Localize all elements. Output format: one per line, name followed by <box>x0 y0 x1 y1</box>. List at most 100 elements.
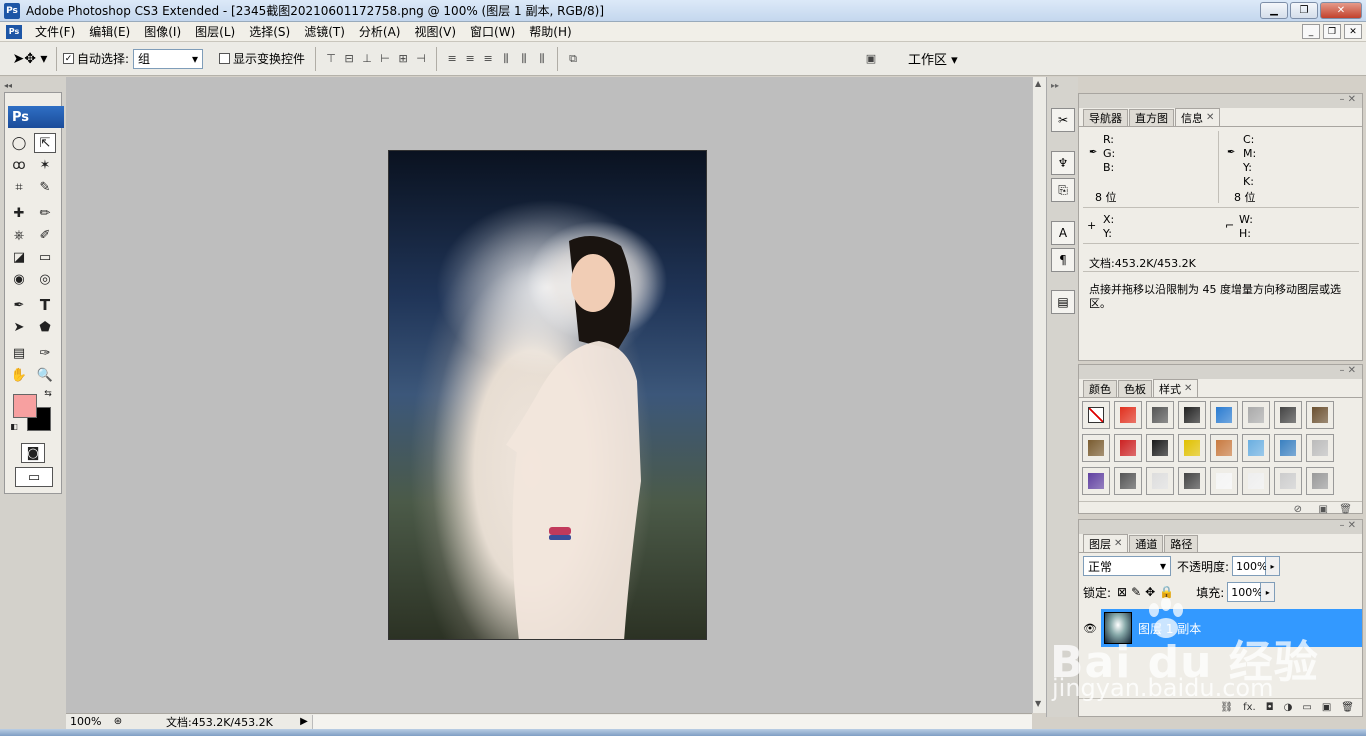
tab-navigator[interactable]: 导航器 <box>1083 109 1128 126</box>
scroll-up-icon[interactable]: ▲ <box>1035 79 1041 88</box>
character-icon[interactable]: A <box>1051 221 1075 245</box>
new-layer-icon[interactable]: ▣ <box>1322 702 1331 713</box>
rgb-eyedropper-icon[interactable]: ✒ <box>1089 147 1097 158</box>
delete-layer-icon[interactable]: 🗑 <box>1341 702 1354 713</box>
tab-paths[interactable]: 路径 <box>1164 535 1199 552</box>
adjustment-layer-icon[interactable]: ◑ <box>1284 702 1293 713</box>
no-style-icon[interactable]: ⊘ <box>1294 504 1302 515</box>
new-style-icon[interactable]: ▣ <box>1319 504 1328 515</box>
vertical-scrollbar[interactable]: ▲ ▼ <box>1032 77 1046 713</box>
style-swatch[interactable] <box>1274 434 1302 462</box>
minimize-button[interactable]: ▁ <box>1260 2 1288 19</box>
align-top-icon[interactable]: ⊤ <box>322 49 340 69</box>
move-tool-preset-icon[interactable]: ➤✥ ▾ <box>10 46 50 72</box>
ps-menu-icon[interactable]: Ps <box>6 24 22 39</box>
style-swatch[interactable] <box>1274 467 1302 495</box>
hand-tool-icon[interactable]: ✋ <box>8 365 30 385</box>
eraser-tool-icon[interactable]: ◪ <box>8 247 30 267</box>
style-swatch-none[interactable] <box>1082 401 1110 429</box>
style-swatch[interactable] <box>1306 401 1334 429</box>
swap-colors-icon[interactable]: ⇆ <box>41 387 55 401</box>
trash-icon[interactable]: 🗑 <box>1339 504 1352 515</box>
align-hcenter-icon[interactable]: ⊞ <box>394 49 412 69</box>
crop-tool-icon[interactable]: ⌗ <box>8 177 30 197</box>
eyedropper-tool-icon[interactable]: ✑ <box>34 343 56 363</box>
distribute-right-icon[interactable]: ⫼ <box>533 49 551 69</box>
distribute-vcenter-icon[interactable]: ≡ <box>461 49 479 69</box>
blend-mode-dropdown[interactable]: 正常 ▾ <box>1083 556 1171 576</box>
lock-pixels-icon[interactable]: ✎ <box>1131 585 1141 599</box>
layer-comps-icon[interactable]: ▤ <box>1051 290 1075 314</box>
tools-preset-icon[interactable]: ✂ <box>1051 108 1075 132</box>
link-layers-icon[interactable]: ⛓ <box>1220 702 1233 713</box>
zoom-level[interactable]: 100% <box>66 715 110 728</box>
status-preview-icon[interactable]: ⊛ <box>110 716 126 727</box>
new-group-icon[interactable]: ▭ <box>1302 702 1311 713</box>
auto-select-option[interactable]: ✓ 自动选择: <box>63 50 129 67</box>
fill-input[interactable]: 100% <box>1227 582 1263 602</box>
document-image[interactable] <box>388 150 707 640</box>
default-colors-icon[interactable]: ◧ <box>7 419 21 433</box>
path-selection-tool-icon[interactable]: ➤ <box>8 317 30 337</box>
show-transform-option[interactable]: 显示变换控件 <box>219 50 305 67</box>
tab-swatches[interactable]: 色板 <box>1118 380 1152 397</box>
status-menu-arrow-icon[interactable]: ▶ <box>296 716 312 727</box>
close-tab-icon[interactable]: ✕ <box>1206 112 1214 123</box>
style-swatch[interactable] <box>1082 434 1110 462</box>
clone-source-icon[interactable]: ⎘ <box>1051 178 1075 202</box>
notes-tool-icon[interactable]: ▤ <box>8 343 30 363</box>
quick-mask-icon[interactable]: ◙ <box>21 443 45 463</box>
layer-style-icon[interactable]: fx. <box>1243 702 1256 713</box>
doc-close-button[interactable]: ✕ <box>1344 24 1362 39</box>
history-brush-tool-icon[interactable]: ✐ <box>34 225 56 245</box>
style-swatch[interactable] <box>1178 467 1206 495</box>
auto-select-checkbox[interactable]: ✓ <box>63 53 74 64</box>
style-swatch[interactable] <box>1178 401 1206 429</box>
fill-slider-arrow-icon[interactable]: ▸ <box>1261 582 1276 602</box>
close-tab-icon[interactable]: ✕ <box>1114 538 1122 549</box>
menu-window[interactable]: 窗口(W) <box>463 23 522 40</box>
opacity-slider-arrow-icon[interactable]: ▸ <box>1266 556 1281 576</box>
distribute-left-icon[interactable]: ⫼ <box>497 49 515 69</box>
horizontal-scrollbar[interactable] <box>312 714 1032 729</box>
distribute-hcenter-icon[interactable]: ⫼ <box>515 49 533 69</box>
align-left-icon[interactable]: ⊢ <box>376 49 394 69</box>
tab-info[interactable]: 信息 ✕ <box>1175 108 1221 126</box>
distribute-bottom-icon[interactable]: ≡ <box>479 49 497 69</box>
align-right-icon[interactable]: ⊣ <box>412 49 430 69</box>
panel-menu-icon[interactable]: – ✕ <box>1339 365 1356 376</box>
show-transform-checkbox[interactable] <box>219 53 231 64</box>
menu-view[interactable]: 视图(V) <box>407 23 463 40</box>
style-swatch[interactable] <box>1082 467 1110 495</box>
menu-file[interactable]: 文件(F) <box>28 23 82 40</box>
style-swatch[interactable] <box>1146 434 1174 462</box>
style-swatch[interactable] <box>1210 467 1238 495</box>
style-swatch[interactable] <box>1114 434 1142 462</box>
doc-restore-button[interactable]: ❐ <box>1323 24 1341 39</box>
canvas-area[interactable] <box>66 77 1032 713</box>
type-tool-icon[interactable]: T <box>34 295 56 315</box>
add-mask-icon[interactable]: ◘ <box>1266 702 1274 713</box>
tab-styles[interactable]: 样式 ✕ <box>1153 379 1199 397</box>
elliptical-marquee-tool-icon[interactable]: ◯ <box>8 133 30 153</box>
lock-all-icon[interactable]: 🔒 <box>1159 585 1174 599</box>
close-button[interactable]: ✕ <box>1320 2 1362 19</box>
cmyk-eyedropper-icon[interactable]: ✒ <box>1227 147 1235 158</box>
style-swatch[interactable] <box>1306 467 1334 495</box>
layer-row[interactable]: 👁 图层 1 副本 <box>1079 609 1362 647</box>
bridge-icon[interactable]: ▣ <box>862 49 880 69</box>
move-tool-icon[interactable]: ⇱ <box>34 133 56 153</box>
healing-brush-tool-icon[interactable]: ✚ <box>8 203 30 223</box>
style-swatch[interactable] <box>1114 401 1142 429</box>
menu-edit[interactable]: 编辑(E) <box>82 23 137 40</box>
clone-stamp-tool-icon[interactable]: ⎈ <box>8 225 30 245</box>
opacity-input[interactable]: 100% <box>1232 556 1268 576</box>
screen-mode-icon[interactable]: ▭ <box>15 467 53 487</box>
toolbox-collapse-handle[interactable]: ◂◂ <box>4 81 60 90</box>
style-swatch[interactable] <box>1242 467 1270 495</box>
tab-histogram[interactable]: 直方图 <box>1129 109 1174 126</box>
auto-select-dropdown[interactable]: 组 ▾ <box>133 48 204 69</box>
distribute-top-icon[interactable]: ≡ <box>443 49 461 69</box>
magic-wand-tool-icon[interactable]: ✶ <box>34 155 56 175</box>
menu-layer[interactable]: 图层(L) <box>188 23 242 40</box>
